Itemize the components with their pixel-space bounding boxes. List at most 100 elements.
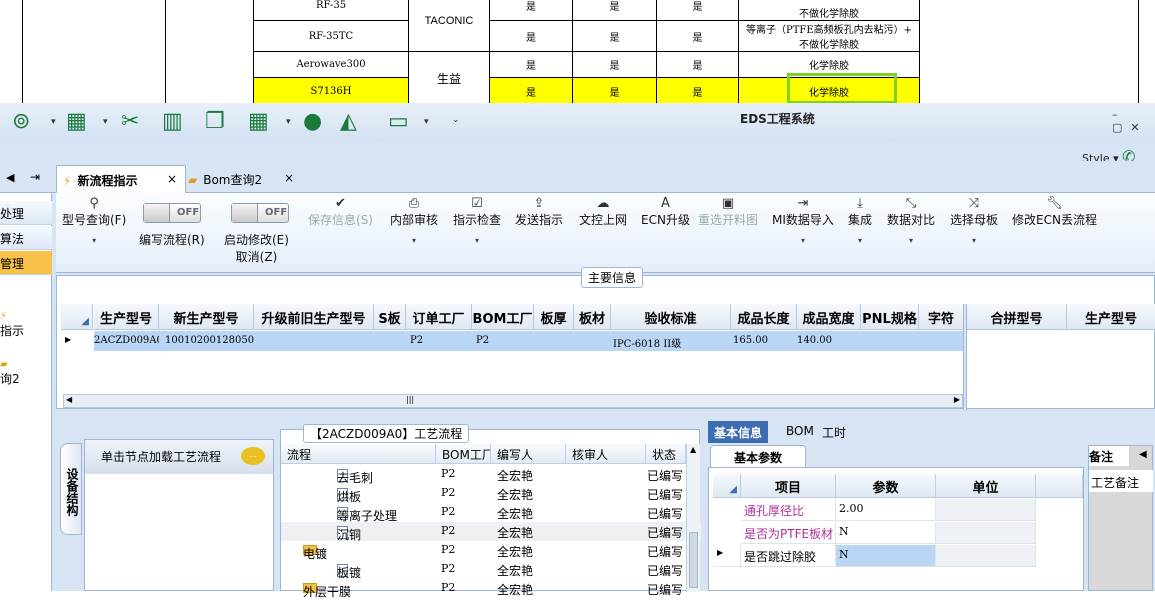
model-query-button[interactable]: ⚲ 型号查询(F) ▾ xyxy=(62,197,126,246)
tab-bom-query[interactable]: ▰ Bom查询2 × xyxy=(188,165,306,193)
cell-s-board[interactable] xyxy=(374,331,406,351)
customize-icon[interactable]: ⌄ xyxy=(452,115,460,125)
process-row[interactable]: −电镀 P2 全宏艳 已编写 xyxy=(281,541,701,561)
param-unit[interactable] xyxy=(936,499,1036,521)
row-indicator[interactable]: ▶ xyxy=(713,545,741,567)
cell-old-model[interactable] xyxy=(254,331,374,351)
column-header[interactable]: 状态 xyxy=(646,444,686,464)
table-icon[interactable]: ▦ xyxy=(66,109,87,135)
cell-model[interactable]: 2ACZD009A0 xyxy=(94,331,163,351)
column-header[interactable]: 字符 xyxy=(919,304,964,330)
cell-pnl[interactable] xyxy=(861,331,919,351)
column-header[interactable]: 生产型号 xyxy=(94,304,159,330)
column-header[interactable]: 单位 xyxy=(936,474,1036,498)
chevron-down-icon[interactable]: ▾ xyxy=(103,117,108,127)
lifebuoy-icon[interactable]: ⊚ xyxy=(12,109,30,135)
param-value[interactable]: N xyxy=(836,522,936,544)
modify-ecn-button[interactable]: 🔧︎ 修改ECN丢流程 xyxy=(1012,197,1097,228)
user-icon[interactable]: ● xyxy=(303,109,322,135)
close-icon[interactable]: × xyxy=(284,171,294,185)
cell-char[interactable] xyxy=(919,331,963,351)
tab-worktime[interactable]: 工时 xyxy=(816,421,852,443)
chevron-left-icon[interactable]: ◀ xyxy=(1139,449,1147,460)
chevron-down-icon[interactable]: ▾ xyxy=(424,117,429,127)
tab-new-process[interactable]: ⚡ 新流程指示 × xyxy=(56,165,186,193)
laptop-icon[interactable]: ▭ xyxy=(388,109,409,135)
check-instruction-button[interactable]: ☑ 指示检查 ▾ xyxy=(453,197,501,246)
param-item[interactable]: 通孔厚径比 xyxy=(741,499,836,521)
integrate-button[interactable]: ⤓ 集成 ▾ xyxy=(848,197,872,246)
cell-order-factory[interactable]: P2 xyxy=(406,331,472,351)
column-header[interactable]: 编写人 xyxy=(491,444,566,464)
column-header[interactable]: 板厚 xyxy=(534,304,574,330)
data-compare-button[interactable]: ⤡ 数据对比 ▾ xyxy=(887,197,935,246)
cell-length[interactable]: 165.00 xyxy=(731,331,797,351)
select-master-button[interactable]: ⤨ 选择母板 ▾ xyxy=(950,197,998,246)
column-header[interactable]: 合拼型号 xyxy=(967,304,1067,330)
tab-bom[interactable]: BOM xyxy=(780,421,820,443)
cell-width[interactable]: 140.00 xyxy=(797,331,861,351)
mi-import-button[interactable]: ⇥ MI数据导入 ▾ xyxy=(772,197,834,246)
window-controls[interactable]: –▢✕ xyxy=(1112,108,1155,134)
column-header[interactable]: 成品长度 xyxy=(731,304,797,330)
equipment-structure-tab[interactable]: 设备结构 xyxy=(60,443,82,535)
column-header[interactable]: 板材 xyxy=(574,304,611,330)
nav-item[interactable]: ⚡ 指示 xyxy=(0,311,24,339)
cell-material[interactable] xyxy=(574,331,611,351)
film-icon[interactable]: ▥ xyxy=(162,109,183,135)
cell-standard[interactable]: IPC-6018 II级 xyxy=(611,331,731,351)
column-header[interactable]: 参数 xyxy=(836,474,936,498)
process-row[interactable]: −外层干膜 P2 全宏艳 已编写 xyxy=(281,579,701,599)
param-unit[interactable] xyxy=(936,522,1036,544)
process-row[interactable]: 去毛刺 P2 全宏艳 已编写 xyxy=(281,465,701,485)
column-header[interactable]: 成品宽度 xyxy=(797,304,861,330)
param-unit[interactable] xyxy=(936,545,1036,567)
cell-thickness[interactable] xyxy=(534,331,574,351)
column-header[interactable]: 验收标准 xyxy=(611,304,731,330)
column-header[interactable]: 升级前旧生产型号 xyxy=(254,304,374,330)
column-header[interactable]: 生产型号 xyxy=(1067,304,1155,330)
process-row[interactable]: 烘板 P2 全宏艳 已编写 xyxy=(281,484,701,504)
nav-item[interactable]: ▰ 询2 xyxy=(0,359,20,387)
column-header[interactable]: 订单工厂 xyxy=(406,304,472,330)
start-modify-toggle[interactable]: OFF xyxy=(231,203,289,223)
vertical-scrollbar[interactable]: ▲ xyxy=(686,444,700,592)
ecn-upgrade-button[interactable]: A ECN升级 xyxy=(641,197,690,228)
chart-icon[interactable]: ◭ xyxy=(340,109,357,135)
chevron-down-icon[interactable]: ▾ xyxy=(286,117,291,127)
column-header[interactable]: 项目 xyxy=(741,474,836,498)
param-value[interactable]: 2.00 xyxy=(836,499,936,521)
process-row[interactable]: 板镀 P2 全宏艳 已编写 xyxy=(281,560,701,580)
reselect-cut-button[interactable]: ▣ 重选开料图 xyxy=(698,197,758,228)
row-indicator[interactable]: ▶ xyxy=(61,331,93,351)
close-icon[interactable]: × xyxy=(167,172,177,186)
column-header[interactable]: BOM工厂 xyxy=(472,304,534,330)
column-header[interactable]: PNL规格 xyxy=(861,304,919,330)
pin-icon[interactable]: ⇥ xyxy=(30,170,40,184)
send-instruction-button[interactable]: ⇪ 发送指示 xyxy=(515,197,563,228)
column-header[interactable]: 新生产型号 xyxy=(159,304,254,330)
nav-item[interactable]: 处理 xyxy=(0,201,52,225)
grid-icon[interactable]: ▦ xyxy=(248,109,269,135)
tab-basic-params[interactable]: 基本参数 xyxy=(710,445,806,467)
scissors-icon[interactable]: ✂ xyxy=(121,109,139,135)
column-header[interactable]: 核审人 xyxy=(566,444,646,464)
param-item[interactable]: 是否跳过除胶 xyxy=(741,545,836,567)
cell-new-model[interactable]: 10010200128050 xyxy=(159,331,254,351)
horizontal-scrollbar[interactable]: ◀ ||| ▶ xyxy=(63,394,963,408)
nav-item-selected[interactable]: 管理 xyxy=(0,251,52,275)
internal-review-button[interactable]: ⎙ 内部审核 ▾ xyxy=(390,197,438,246)
column-header[interactable]: S板 xyxy=(374,304,406,330)
column-header[interactable]: 流程 xyxy=(281,444,436,464)
tab-note[interactable]: 备注 xyxy=(1089,446,1129,466)
doc-online-button[interactable]: ☁ 文控上网 xyxy=(579,197,627,228)
edit-flow-toggle[interactable]: OFF xyxy=(143,203,201,223)
process-row-selected[interactable]: 沉铜 P2 全宏艳 已编写 xyxy=(281,522,701,542)
process-row[interactable]: 等离子处理 P2 全宏艳 已编写 xyxy=(281,503,701,523)
column-header[interactable]: BOM工厂 xyxy=(436,444,491,464)
param-item[interactable]: 是否为PTFE板材 xyxy=(741,522,836,544)
chevron-down-icon[interactable]: ▾ xyxy=(51,117,56,127)
nav-left-icon[interactable]: ◀ xyxy=(6,171,14,184)
tab-basic-info[interactable]: 基本信息 xyxy=(708,421,769,443)
param-value[interactable]: N xyxy=(836,545,936,567)
